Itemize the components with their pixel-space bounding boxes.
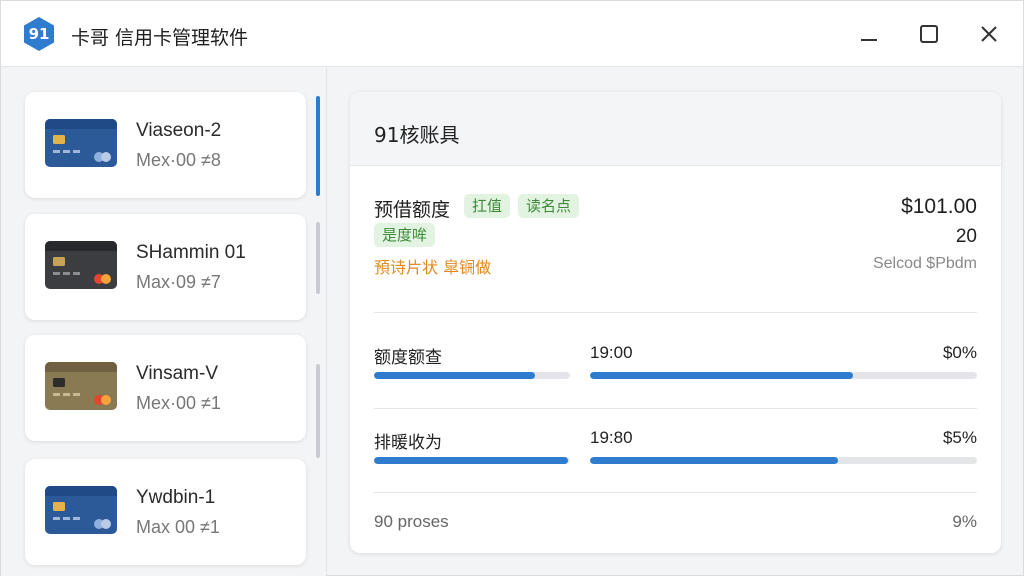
card-name: Viasеon-2 <box>136 120 222 141</box>
row-time: 19:80 <box>590 428 633 447</box>
close-icon <box>981 26 997 42</box>
title-bar: 91 卡哥 信用卡管理软件 <box>1 1 1023 67</box>
scrollbar-segment <box>316 364 320 458</box>
card-list-sidebar: Viasеon-2 Mex·00 ≠8 SHammin 01 Max·09 ≠7 <box>1 68 327 576</box>
card-list-item[interactable]: Vinsam-V Mex·00 ≠1 <box>25 335 306 441</box>
status-tag: 是度哞 <box>374 223 436 247</box>
card-number: Mex·00 ≠1 <box>136 393 221 413</box>
divider <box>374 408 977 409</box>
scrollbar-thumb[interactable] <box>316 96 320 196</box>
maximize-icon <box>920 25 938 43</box>
divider <box>374 492 977 493</box>
row-time: 19:00 <box>590 343 633 362</box>
warning-text: 預诗片状 皐锎做 <box>374 258 492 277</box>
progress-bar <box>374 457 570 464</box>
progress-fill <box>374 372 535 379</box>
select-link[interactable]: Selcod $Pbdm <box>873 255 977 273</box>
progress-fill <box>590 457 838 464</box>
card-name: Ywdbin-1 <box>136 487 216 508</box>
credit-limit-label: 预借额度 <box>374 199 451 221</box>
progress-bar <box>590 372 977 379</box>
card-name: SHammin 01 <box>136 242 246 263</box>
credit-card-icon <box>45 119 117 167</box>
credit-card-icon <box>45 486 117 534</box>
footer-percent: 9% <box>952 512 977 531</box>
credit-card-icon <box>45 241 117 289</box>
card-number: Mex·00 ≠8 <box>136 150 221 170</box>
close-button[interactable] <box>971 17 1007 51</box>
app-logo: 91 <box>21 16 57 52</box>
minimize-button[interactable] <box>851 17 887 51</box>
credit-card-icon <box>45 362 117 410</box>
row-label: 排暖收为 <box>374 433 442 453</box>
card-name: Vinsam-V <box>136 363 219 384</box>
divider <box>374 312 977 313</box>
maximize-button[interactable] <box>911 17 947 51</box>
progress-fill <box>590 372 854 379</box>
panel-title: 91核账具 <box>374 123 460 147</box>
app-window: 91 卡哥 信用卡管理软件 Viasеon-2 Mex·00 ≠8 SHammi… <box>0 0 1024 576</box>
progress-fill <box>374 457 569 464</box>
card-list-item[interactable]: Ywdbin-1 Max 00 ≠1 <box>25 459 306 565</box>
amount-value: $101.00 <box>901 195 977 218</box>
row-percent: $0% <box>942 343 977 362</box>
account-detail-panel: 91核账具 预借额度 扛值 读名点 是度哞 預诗片状 皐锎做 $101.00 2… <box>350 92 1001 553</box>
card-list-item[interactable]: SHammin 01 Max·09 ≠7 <box>25 214 306 320</box>
card-list-item[interactable]: Viasеon-2 Mex·00 ≠8 <box>25 92 306 198</box>
progress-bar <box>374 372 570 379</box>
minimize-icon <box>861 39 877 41</box>
status-tag: 读名点 <box>518 194 580 218</box>
card-number: Max·09 ≠7 <box>136 272 221 292</box>
app-logo-text: 91 <box>28 25 50 43</box>
app-title: 卡哥 信用卡管理软件 <box>71 27 249 49</box>
footer-summary: 90 proses <box>374 512 449 531</box>
count-value: 20 <box>955 226 977 247</box>
status-tag: 扛值 <box>464 194 511 218</box>
card-number: Max 00 ≠1 <box>136 517 220 537</box>
progress-bar <box>590 457 977 464</box>
row-percent: $5% <box>942 428 977 447</box>
scrollbar-segment <box>316 222 320 294</box>
sidebar-scrollbar[interactable] <box>316 96 321 566</box>
row-label: 额度额查 <box>374 348 442 368</box>
panel-header: 91核账具 <box>350 92 1001 166</box>
